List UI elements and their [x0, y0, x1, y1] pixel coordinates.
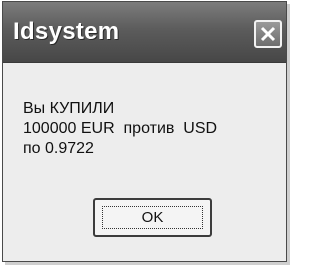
message-line-2: 100000 EUR против USD — [23, 120, 218, 137]
window-title: Idsystem — [13, 18, 120, 45]
title-bar[interactable]: Idsystem — [3, 2, 286, 63]
message-line-3: по 0.9722 — [23, 140, 94, 157]
close-button[interactable] — [254, 20, 282, 48]
message-text: Вы КУПИЛИ 100000 EUR против USD по 0.972… — [23, 99, 217, 159]
message-dialog: Idsystem Вы КУПИЛИ 100000 EUR против USD… — [2, 1, 287, 262]
message-line-1: Вы КУПИЛИ — [23, 100, 115, 117]
ok-button[interactable]: OK — [93, 198, 212, 237]
close-icon — [260, 26, 276, 42]
ok-button-label: OK — [141, 209, 164, 226]
